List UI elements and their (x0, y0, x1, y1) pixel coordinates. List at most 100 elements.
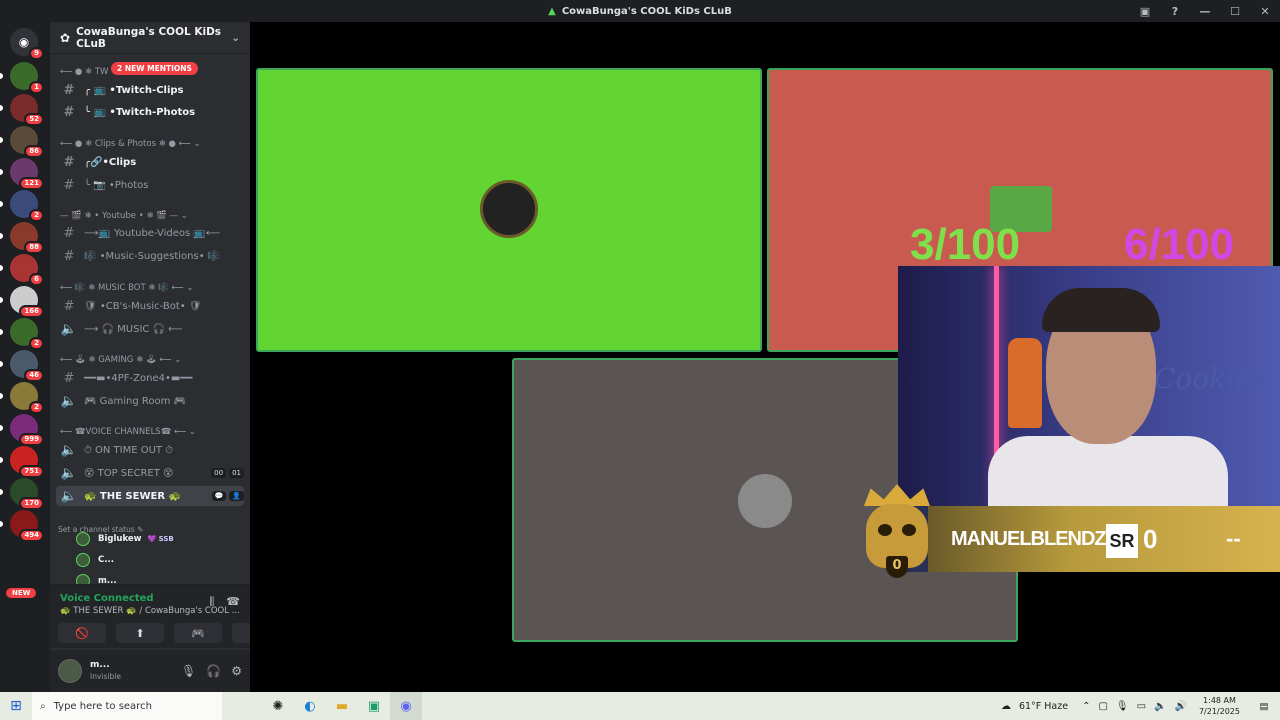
chevron-up-icon[interactable]: ⌃ (1082, 701, 1090, 712)
meet-now-icon[interactable]: ▢ (1098, 701, 1107, 712)
server-icon[interactable]: 2 (10, 382, 44, 414)
screen-share-button[interactable]: ⬆ (116, 623, 164, 643)
voice-channel[interactable]: 🔈 😵 TOP SECRET 😵 00 01 (56, 463, 244, 483)
text-channel[interactable]: # 🛡 •CB's-Music-Bot• 🛡 (56, 296, 244, 316)
weather-icon: ☁ (1000, 700, 1011, 712)
microphone-icon[interactable]: 🎙 (181, 664, 196, 678)
speaker-icon: 🔈 (60, 321, 78, 337)
server-icon[interactable]: 121 (10, 158, 44, 190)
notification-icon[interactable]: ▤ (1254, 701, 1274, 712)
windows-start-icon[interactable]: ⊞ (0, 698, 32, 714)
new-mentions-pill[interactable]: 2 NEW MENTIONS (111, 62, 198, 75)
text-channel[interactable]: # ⟶📺 Youtube-Videos 📺⟵ (56, 223, 244, 243)
voice-channel[interactable]: 🔈 ⏱ ON TIME OUT ⏱ (56, 440, 244, 460)
server-icon[interactable]: 166 (10, 286, 44, 318)
taskbar-apps: ✺ ◐ ▬ ▣ ◉ (262, 692, 422, 720)
minimize-button[interactable]: — (1190, 5, 1220, 18)
camera-off-button[interactable]: 🚫 (58, 623, 106, 643)
participant-tile[interactable] (256, 68, 762, 352)
channel-category[interactable]: ⟵ 🕹 ❄ GAMING ❄ 🕹 ⟵ ⌄ (56, 350, 244, 370)
text-channel[interactable]: # 🎼 •Music-Suggestions• 🎼 (56, 246, 244, 266)
text-channel[interactable]: # ╭🔗•Clips (56, 152, 244, 172)
weather-text[interactable]: 61°F Haze (1019, 701, 1068, 712)
channel-label: 😵 TOP SECRET 😵 (84, 467, 174, 479)
disconnect-icon[interactable]: ☎ (226, 595, 240, 609)
maximize-button[interactable]: ☐ (1220, 5, 1250, 18)
server-icon[interactable]: 46 (10, 350, 44, 382)
inbox-icon[interactable]: ▣ (1130, 5, 1160, 18)
channel-label: ⟵ 🎼 ❄ MUSIC BOT ❄ 🎼 ⟵ ⌄ (60, 283, 194, 293)
copilot-icon[interactable]: ✺ (262, 692, 294, 720)
hashtag-icon: # (63, 154, 75, 170)
server-icon[interactable]: 2 (10, 190, 44, 222)
noise-suppression-icon[interactable]: ⫼ (209, 595, 214, 609)
voice-channel[interactable]: 🔈 🎮 Gaming Room 🎮 (56, 391, 244, 411)
text-channel[interactable]: # ━━▬•4PF-Zone4•▬━━ (56, 368, 244, 388)
hashtag-icon: # (63, 248, 75, 264)
channel-label: ╰ 📺 •Twitch-Photos (84, 106, 196, 118)
edge-icon[interactable]: ◐ (294, 692, 326, 720)
clock[interactable]: 1:48 AM 7/21/2025 (1199, 695, 1240, 717)
user-status: Invisible (90, 672, 121, 681)
server-rail: ◉ 9 NEW 1 52 86 121 2 88 6 166 2 46 2 999 751 170 494 (0, 22, 50, 692)
unread-pip (0, 521, 3, 527)
app-icon[interactable]: ▣ (358, 692, 390, 720)
server-icon[interactable]: 494 (10, 510, 44, 542)
voice-user[interactable]: Biglukew 💜 SSB (76, 529, 174, 549)
sr-value: 0 (1143, 524, 1158, 554)
server-icon[interactable]: 751 (10, 446, 44, 478)
system-tray: ☁ 61°F Haze ⌃ ▢ 🎙 ▭ 🔈 🔊 1:48 AM 7/21/2025… (1001, 692, 1280, 720)
badge: 2 (29, 337, 44, 350)
skull-eye (902, 524, 916, 536)
server-icon[interactable]: 88 (10, 222, 44, 254)
server-icon[interactable]: 6 (10, 254, 44, 286)
new-servers-pill[interactable]: NEW (6, 588, 37, 598)
channel-category[interactable]: ⟵ ● ❄ Clips & Photos ❄ ● ⟵ ⌄ (56, 134, 244, 154)
network-icon[interactable]: ▭ (1137, 701, 1146, 712)
microphone-icon[interactable]: 🎙 (1116, 701, 1129, 712)
chat-icon[interactable]: 💬 (211, 491, 227, 501)
help-icon[interactable]: ? (1160, 5, 1190, 18)
server-icon[interactable]: 52 (10, 94, 44, 126)
server-icon[interactable]: 999 (10, 414, 44, 446)
user-name[interactable]: m... Invisible (90, 660, 121, 682)
channel-user-count: 00 01 (211, 468, 244, 478)
gear-icon[interactable]: ⚙ (231, 664, 242, 678)
server-icon[interactable]: 86 (10, 126, 44, 158)
discord-taskbar-icon[interactable]: ◉ (390, 692, 422, 720)
channel-category[interactable]: ⟵ ☎VOICE CHANNELS☎ ⟵ ⌄ (56, 422, 244, 442)
speaker-icon: 🔈 (60, 393, 78, 409)
voice-status[interactable]: Voice Connected (60, 593, 154, 604)
voice-channel[interactable]: 🔈 ⟶ 🎧 MUSIC 🎧 ⟵ (56, 319, 244, 339)
rank-number: 0 (886, 556, 908, 578)
server-icon[interactable]: 1 (10, 62, 44, 94)
server-icon[interactable]: 2 (10, 318, 44, 350)
activity-button[interactable]: 🎮 (174, 623, 222, 643)
headphones-icon[interactable]: 🎧 (206, 664, 221, 678)
channel-category[interactable]: ⟵ 🎼 ❄ MUSIC BOT ❄ 🎼 ⟵ ⌄ (56, 278, 244, 298)
text-channel[interactable]: # ╰ 📷 •Photos (56, 175, 244, 195)
discord-home-icon[interactable]: ◉ 9 (10, 28, 44, 60)
server-boost-icon: ✿ (60, 30, 71, 45)
voice-user[interactable]: C... (76, 550, 114, 570)
time: 1:48 AM (1203, 696, 1236, 705)
channel-label: 🎼 •Music-Suggestions• 🎼 (84, 250, 221, 262)
search-icon: ⌕ (40, 700, 46, 712)
file-explorer-icon[interactable]: ▬ (326, 692, 358, 720)
channel-label: ━━▬•4PF-Zone4•▬━━ (84, 372, 193, 384)
close-button[interactable]: ✕ (1250, 5, 1280, 18)
speaker-icon[interactable]: 🔈 (1154, 701, 1166, 712)
speaker-icon: 🔈 (60, 442, 78, 458)
voice-channel[interactable]: 🔈 🐢 THE SEWER 🐢 💬 👤 (56, 486, 244, 506)
turtle-icon: ▲ (548, 5, 556, 17)
add-user-icon[interactable]: 👤 (229, 491, 244, 501)
guild-header[interactable]: ✿ CowaBunga's COOL KiDs CLuB ⌄ (50, 22, 250, 54)
channel-label: ⏱ ON TIME OUT ⏱ (84, 444, 173, 456)
badge: 52 (24, 113, 44, 126)
text-channel[interactable]: # ╰ 📺 •Twitch-Photos (56, 102, 244, 122)
avatar[interactable] (58, 659, 82, 683)
text-channel[interactable]: # ╭ 📺 •Twitch-Clips (56, 80, 244, 100)
taskbar-search[interactable]: ⌕ Type here to search (32, 692, 222, 720)
speaker-icon[interactable]: 🔊 (1175, 701, 1187, 712)
server-icon[interactable]: 170 (10, 478, 44, 510)
